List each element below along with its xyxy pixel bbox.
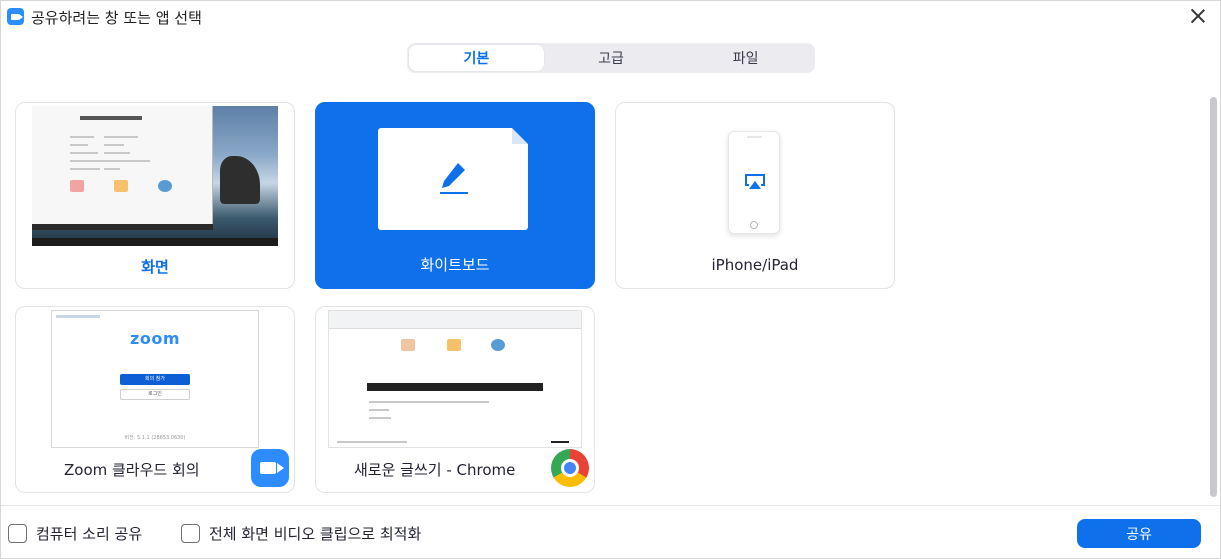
checkbox-box[interactable] xyxy=(8,524,27,543)
scrollbar-thumb[interactable] xyxy=(1210,97,1217,497)
screen-preview-thumbnail xyxy=(32,106,278,246)
computer-sound-checkbox[interactable]: 컴퓨터 소리 공유 xyxy=(8,523,142,544)
share-option-chrome-window[interactable]: 새로운 글쓰기 - Chrome xyxy=(315,306,595,493)
phone-illustration xyxy=(728,131,780,234)
thumb-signin-button: 로그인 xyxy=(120,389,190,400)
share-option-iphone[interactable]: iPhone/iPad xyxy=(615,102,895,289)
close-icon[interactable] xyxy=(1188,6,1208,26)
computer-sound-label: 컴퓨터 소리 공유 xyxy=(36,525,143,543)
zoom-app-icon xyxy=(7,8,24,25)
chrome-window-thumbnail xyxy=(328,310,582,448)
title-bar: 공유하려는 창 또는 앱 선택 xyxy=(1,1,1220,33)
tab-bar: 기본 고급 파일 xyxy=(407,43,815,73)
share-option-screen-label: 화면 xyxy=(141,258,169,276)
share-option-iphone-label: iPhone/iPad xyxy=(711,256,799,274)
scrollbar-track xyxy=(1208,89,1220,505)
zoom-app-icon xyxy=(251,449,289,487)
zoom-logo: zoom xyxy=(130,329,180,348)
pencil-icon xyxy=(440,163,468,194)
window-title: 공유하려는 창 또는 앱 선택 xyxy=(31,9,202,27)
tab-files[interactable]: 파일 xyxy=(678,45,813,71)
chrome-icon xyxy=(551,449,589,487)
share-options-grid: 화면 화이트보드 iPhone/iPad zoom 회의 참가 로그인 버전: … xyxy=(1,89,1206,505)
thumb-version: 버전: 5.1.1 (28653.0630) xyxy=(124,435,186,441)
share-option-zoom-window[interactable]: zoom 회의 참가 로그인 버전: 5.1.1 (28653.0630) Zo… xyxy=(15,306,295,493)
optimize-video-checkbox[interactable]: 전체 화면 비디오 클립으로 최적화 xyxy=(181,523,421,544)
share-button[interactable]: 공유 xyxy=(1077,519,1201,548)
share-option-whiteboard-label: 화이트보드 xyxy=(420,256,490,274)
zoom-window-thumbnail: zoom 회의 참가 로그인 버전: 5.1.1 (28653.0630) xyxy=(51,310,259,448)
share-option-zoom-label: Zoom 클라우드 회의 xyxy=(64,461,200,479)
tab-advanced[interactable]: 고급 xyxy=(544,45,679,71)
thumb-join-button: 회의 참가 xyxy=(120,374,190,385)
airplay-icon xyxy=(745,174,765,189)
checkbox-box[interactable] xyxy=(181,524,200,543)
footer-divider xyxy=(1,505,1220,506)
optimize-video-label: 전체 화면 비디오 클립으로 최적화 xyxy=(209,525,422,543)
share-option-whiteboard[interactable]: 화이트보드 xyxy=(315,102,595,289)
share-option-screen[interactable]: 화면 xyxy=(15,102,295,289)
share-screen-dialog: 공유하려는 창 또는 앱 선택 기본 고급 파일 화면 화이트보드 iPhone… xyxy=(0,0,1221,559)
whiteboard-sheet xyxy=(378,128,528,230)
tab-basic[interactable]: 기본 xyxy=(409,45,544,71)
share-option-chrome-label: 새로운 글쓰기 - Chrome xyxy=(354,461,516,479)
